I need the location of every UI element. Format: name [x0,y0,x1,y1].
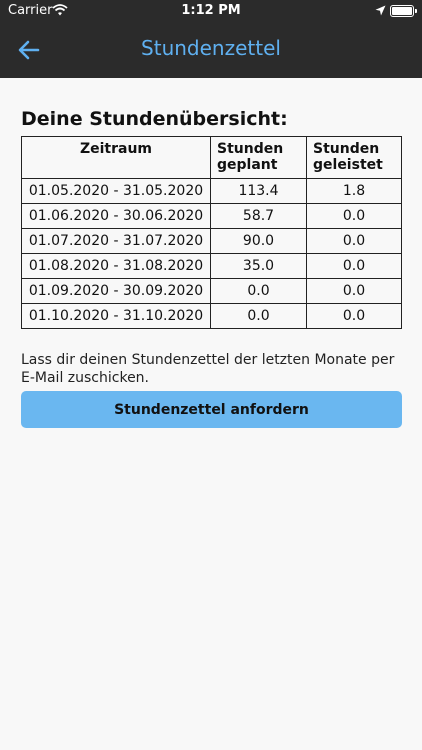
column-header-done: Stunden geleistet [306,136,402,179]
table-row: 01.08.2020 - 31.08.2020 35.0 0.0 [21,253,402,279]
navigation-bar: Stundenzettel [0,22,422,78]
planned-cell: 113.4 [210,178,307,204]
done-cell: 1.8 [306,178,402,204]
hours-overview: Deine Stundenübersicht: Zeitraum Stunden… [21,108,402,329]
section-title: Deine Stundenübersicht: [21,108,288,130]
done-cell: 0.0 [306,303,402,329]
hours-table: Zeitraum Stunden geplant Stunden geleist… [21,136,402,329]
period-cell: 01.06.2020 - 30.06.2020 [21,203,211,229]
table-row: 01.05.2020 - 31.05.2020 113.4 1.8 [21,178,402,204]
request-timesheet-button[interactable]: Stundenzettel anfordern [21,391,402,428]
battery-icon [390,5,417,17]
planned-cell: 35.0 [210,253,307,279]
done-cell: 0.0 [306,278,402,304]
column-header-planned: Stunden geplant [210,136,307,179]
done-cell: 0.0 [306,253,402,279]
location-arrow-icon [375,5,386,20]
table-row: 01.10.2020 - 31.10.2020 0.0 0.0 [21,303,402,329]
period-cell: 01.09.2020 - 30.09.2020 [21,278,211,304]
done-cell: 0.0 [306,228,402,254]
info-text: Lass dir deinen Stundenzettel der letzte… [21,352,395,386]
page-title: Stundenzettel [141,36,281,60]
column-header-zeitraum: Zeitraum [21,136,211,179]
planned-cell: 58.7 [210,203,307,229]
table-row: 01.09.2020 - 30.09.2020 0.0 0.0 [21,278,402,304]
table-row: 01.06.2020 - 30.06.2020 58.7 0.0 [21,203,402,229]
status-bar: Carrier 1:12 PM [0,0,422,22]
status-time: 1:12 PM [181,3,241,18]
table-row: 01.07.2020 - 31.07.2020 90.0 0.0 [21,228,402,254]
period-cell: 01.10.2020 - 31.10.2020 [21,303,211,329]
planned-cell: 0.0 [210,303,307,329]
period-cell: 01.08.2020 - 31.08.2020 [21,253,211,279]
period-cell: 01.05.2020 - 31.05.2020 [21,178,211,204]
table-header-row: Zeitraum Stunden geplant Stunden geleist… [21,136,402,179]
period-cell: 01.07.2020 - 31.07.2020 [21,228,211,254]
planned-cell: 0.0 [210,278,307,304]
planned-cell: 90.0 [210,228,307,254]
done-cell: 0.0 [306,203,402,229]
